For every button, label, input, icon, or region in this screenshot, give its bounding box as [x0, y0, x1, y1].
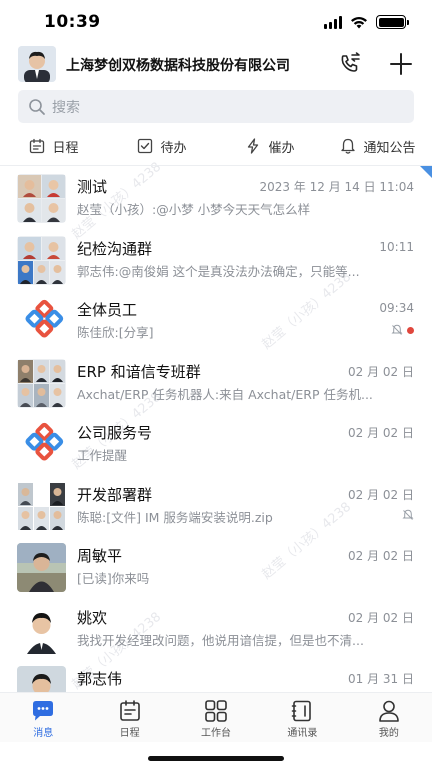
tab-messages[interactable]: 消息	[0, 693, 86, 742]
bell-icon	[341, 138, 356, 154]
contact-avatar	[17, 666, 66, 692]
grid-icon	[205, 700, 227, 722]
company-avatar[interactable]	[18, 46, 56, 82]
conversation-title: 姚欢	[77, 608, 108, 627]
company-logo-avatar	[17, 420, 66, 469]
company-name: 上海梦创双杨数据科技股份有限公司	[66, 58, 290, 74]
call-button[interactable]	[336, 50, 364, 78]
status-icons	[324, 15, 409, 29]
conversation-item[interactable]: 测试 2023 年 12 月 14 日 11:04 赵莹（小孩）:@小梦 小梦今…	[0, 166, 432, 228]
quick-action-notice[interactable]: 通知公告	[324, 130, 432, 162]
phone-transfer-icon	[341, 52, 360, 72]
calendar-icon	[30, 138, 45, 154]
quick-action-label: 待办	[160, 140, 187, 156]
conversation-item[interactable]: 姚欢 02 月 02 日 我找开发经理改问题，他说用谙信提，但是也不清...	[0, 597, 432, 659]
conversation-item[interactable]: 公司服务号 02 月 02 日 工作提醒	[0, 412, 432, 474]
conversation-title: 全体员工	[77, 301, 138, 319]
tab-label: 通讯录	[287, 728, 318, 739]
conversation-list: 测试 2023 年 12 月 14 日 11:04 赵莹（小孩）:@小梦 小梦今…	[0, 166, 432, 692]
conversation-preview: 陈佳欣:[分享]	[77, 325, 154, 340]
header: 上海梦创双杨数据科技股份有限公司	[0, 44, 432, 86]
conversation-time: 2023 年 12 月 14 日 11:04	[259, 180, 414, 194]
conversation-title: 开发部署群	[77, 485, 153, 504]
conversation-title: 测试	[77, 178, 108, 196]
conversation-item[interactable]: 全体员工 09:34 陈佳欣:[分享]	[0, 289, 432, 351]
conversation-item[interactable]: 郭志伟 01 月 31 日	[0, 658, 432, 692]
mute-bell-icon	[391, 324, 403, 335]
todo-check-icon	[138, 138, 153, 154]
conversation-title: 公司服务号	[77, 424, 153, 442]
tab-profile[interactable]: 我的	[346, 693, 432, 742]
wifi-icon	[351, 16, 367, 28]
conversation-preview: 我找开发经理改问题，他说用谙信提，但是也不清...	[77, 632, 364, 648]
conversation-time: 02 月 02 日	[348, 610, 414, 625]
group-avatar	[17, 358, 66, 408]
tab-contacts[interactable]: 通讯录	[259, 693, 345, 742]
conversation-flags	[391, 324, 414, 336]
tab-label: 日程	[119, 728, 140, 739]
search-icon	[29, 98, 45, 115]
tab-label: 消息	[33, 728, 54, 739]
tab-workbench[interactable]: 工作台	[173, 693, 259, 742]
company-logo-avatar	[17, 297, 66, 346]
conversation-time: 10:11	[379, 239, 414, 254]
quick-action-urge[interactable]: 催办	[216, 130, 324, 162]
chat-bubble-icon	[33, 701, 54, 721]
mute-bell-icon	[402, 509, 414, 520]
conversation-item[interactable]: ERP 和谙信专班群 02 月 02 日 Axchat/ERP 任务机器人:来自…	[0, 351, 432, 413]
unread-dot	[407, 326, 414, 334]
lightning-icon	[248, 138, 259, 154]
conversation-preview: 工作提醒	[77, 448, 128, 463]
conversation-preview: 陈聪:[文件] IM 服务端安装说明.zip	[77, 509, 273, 525]
contacts-book-icon	[292, 700, 312, 722]
group-avatar	[17, 174, 66, 223]
conversation-time: 02 月 02 日	[348, 549, 414, 563]
conversation-title: 周敏平	[77, 547, 123, 565]
conversation-title: 郭志伟	[77, 670, 123, 688]
plus-icon	[390, 53, 412, 75]
calendar-icon	[119, 700, 140, 721]
tab-schedule[interactable]: 日程	[86, 693, 172, 742]
quick-action-label: 通知公告	[363, 140, 416, 156]
conversation-flags	[402, 509, 414, 521]
conversation-title: ERP 和谙信专班群	[77, 362, 201, 381]
quick-action-todo[interactable]: 待办	[108, 130, 216, 162]
contact-avatar	[17, 604, 66, 654]
conversation-time: 09:34	[379, 301, 414, 315]
conversation-item[interactable]: 周敏平 02 月 02 日 [已读]你来吗	[0, 535, 432, 597]
add-button[interactable]	[387, 50, 415, 78]
cellular-signal-icon	[324, 15, 342, 29]
conversation-title: 纪检沟通群	[77, 239, 153, 258]
quick-action-label: 催办	[268, 140, 295, 156]
quick-actions-bar: 日程 待办 催办 通知公告	[0, 130, 432, 162]
quick-action-schedule[interactable]: 日程	[0, 130, 108, 162]
conversation-preview: [已读]你来吗	[77, 571, 150, 586]
conversation-time: 02 月 02 日	[348, 364, 414, 379]
status-bar: 10:39	[0, 0, 432, 44]
messages-screen: 赵莹（小孩）4238 赵莹（小孩）4238 赵莹（小孩）4238 赵莹（小孩）4…	[0, 0, 432, 768]
group-avatar	[17, 481, 66, 531]
tab-label: 我的	[378, 728, 399, 739]
quick-action-label: 日程	[52, 140, 79, 156]
conversation-time: 02 月 02 日	[348, 426, 414, 440]
conversation-item[interactable]: 开发部署群 02 月 02 日 陈聪:[文件] IM 服务端安装说明.zip	[0, 474, 432, 536]
battery-icon	[376, 15, 409, 29]
person-icon	[379, 700, 399, 722]
conversation-preview: 郭志伟:@南俊娟 这个是真没法办法确定，只能等...	[77, 263, 360, 279]
tab-label: 工作台	[201, 728, 232, 739]
home-indicator	[148, 756, 284, 761]
conversation-time: 01 月 31 日	[348, 672, 414, 686]
conversation-time: 02 月 02 日	[348, 487, 414, 502]
group-avatar	[17, 235, 66, 285]
contact-avatar	[17, 543, 66, 592]
conversation-item[interactable]: 纪检沟通群 10:11 郭志伟:@南俊娟 这个是真没法办法确定，只能等...	[0, 228, 432, 290]
pinned-marker	[420, 166, 432, 178]
conversation-preview: 赵莹（小孩）:@小梦 小梦今天天气怎么样	[77, 202, 311, 217]
status-time: 10:39	[44, 12, 101, 32]
search-placeholder: 搜索	[52, 99, 80, 116]
bottom-tab-bar: 消息 日程 工作台 通讯录 我的	[0, 692, 432, 742]
conversation-preview: Axchat/ERP 任务机器人:来自 Axchat/ERP 任务机...	[77, 386, 373, 402]
search-input[interactable]: 搜索	[18, 90, 414, 123]
